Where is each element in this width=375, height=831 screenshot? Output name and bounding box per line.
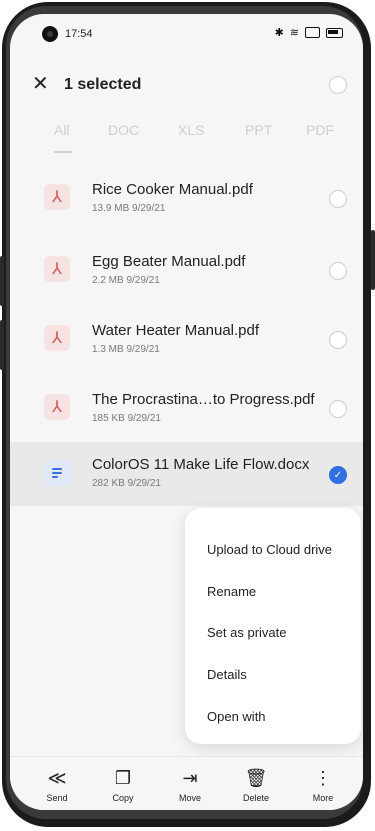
status-icons: ✱ ≋ — [275, 26, 343, 39]
file-name: ColorOS 11 Make Life Flow.docx — [92, 456, 310, 473]
list-item[interactable]: ColorOS 11 Make Life Flow.docx 282 KB 9/… — [10, 442, 363, 506]
list-item[interactable]: ⅄ The Procrastina…to Progress.pdf 185 KB… — [10, 382, 363, 436]
front-camera — [42, 26, 58, 42]
select-checkbox[interactable] — [329, 262, 347, 280]
list-item[interactable]: ⅄ Egg Beater Manual.pdf 2.2 MB 9/29/21 — [10, 244, 363, 298]
doc-file-icon — [44, 460, 70, 486]
more-vertical-icon: ⋮ — [314, 768, 332, 788]
file-type-tabs: All DOC XLS PPT PDF — [10, 122, 363, 162]
copy-icon: ❐ — [114, 768, 132, 788]
delete-button[interactable]: 🗑 Delete — [231, 767, 281, 803]
select-checkbox[interactable] — [329, 400, 347, 418]
close-icon[interactable]: ✕ — [32, 74, 49, 94]
file-name: The Procrastina…to Progress.pdf — [92, 391, 315, 408]
file-meta: 282 KB 9/29/21 — [92, 478, 161, 489]
checked-checkbox[interactable]: ✓ — [329, 466, 347, 484]
menu-item-open-with[interactable]: Open with — [207, 709, 266, 724]
file-meta: 185 KB 9/29/21 — [92, 413, 161, 424]
selection-header: ✕ 1 selected — [10, 70, 363, 104]
menu-item-details[interactable]: Details — [207, 667, 247, 682]
tab-pdf[interactable]: PDF — [306, 122, 334, 138]
screen: 17:54 ✱ ≋ ✕ 1 selected All DOC XLS PPT P… — [10, 14, 363, 810]
pdf-file-icon: ⅄ — [44, 394, 70, 420]
file-name: Rice Cooker Manual.pdf — [92, 181, 253, 198]
tab-doc[interactable]: DOC — [108, 122, 139, 138]
file-meta: 2.2 MB 9/29/21 — [92, 275, 160, 286]
status-bar: 17:54 ✱ ≋ — [10, 14, 363, 48]
pdf-file-icon: ⅄ — [44, 256, 70, 282]
context-menu: Upload to Cloud drive Rename Set as priv… — [185, 508, 361, 744]
page-title: 1 selected — [64, 76, 142, 93]
trash-icon: 🗑 — [244, 768, 268, 788]
volume-button — [0, 256, 4, 306]
copy-button[interactable]: ❐ Copy — [98, 767, 148, 803]
share-icon: ≪ — [47, 768, 67, 788]
select-checkbox[interactable] — [329, 190, 347, 208]
file-meta: 1.3 MB 9/29/21 — [92, 344, 160, 355]
menu-item-rename[interactable]: Rename — [207, 584, 256, 599]
volume-button-2 — [0, 320, 4, 370]
status-time: 17:54 — [65, 28, 93, 40]
file-name: Water Heater Manual.pdf — [92, 322, 260, 339]
move-button[interactable]: ⇥ Move — [165, 767, 215, 803]
more-button[interactable]: ⋮ More — [298, 767, 348, 803]
bottom-toolbar: ≪ Send ❐ Copy ⇥ Move 🗑 Delete ⋮ More — [10, 756, 363, 810]
file-meta: 13.9 MB 9/29/21 — [92, 203, 166, 214]
list-item[interactable]: ⅄ Water Heater Manual.pdf 1.3 MB 9/29/21 — [10, 313, 363, 367]
select-checkbox[interactable] — [329, 331, 347, 349]
bluetooth-icon: ✱ — [274, 27, 284, 39]
active-tab-indicator — [54, 151, 72, 153]
move-icon: ⇥ — [182, 768, 198, 788]
nfc-icon — [305, 27, 320, 38]
pdf-file-icon: ⅄ — [44, 184, 70, 210]
tab-all[interactable]: All — [54, 122, 70, 138]
list-item[interactable]: ⅄ Rice Cooker Manual.pdf 13.9 MB 9/29/21 — [10, 172, 363, 226]
power-button — [371, 230, 375, 290]
wifi-icon: ≋ — [289, 27, 299, 39]
file-name: Egg Beater Manual.pdf — [92, 253, 246, 270]
menu-item-set-private[interactable]: Set as private — [207, 625, 287, 640]
tab-ppt[interactable]: PPT — [245, 122, 272, 138]
tab-xls[interactable]: XLS — [178, 122, 204, 138]
pdf-file-icon: ⅄ — [44, 325, 70, 351]
send-button[interactable]: ≪ Send — [32, 767, 82, 803]
menu-item-upload-cloud[interactable]: Upload to Cloud drive — [207, 542, 332, 557]
battery-icon — [326, 27, 343, 38]
select-all-checkbox[interactable] — [329, 76, 347, 94]
